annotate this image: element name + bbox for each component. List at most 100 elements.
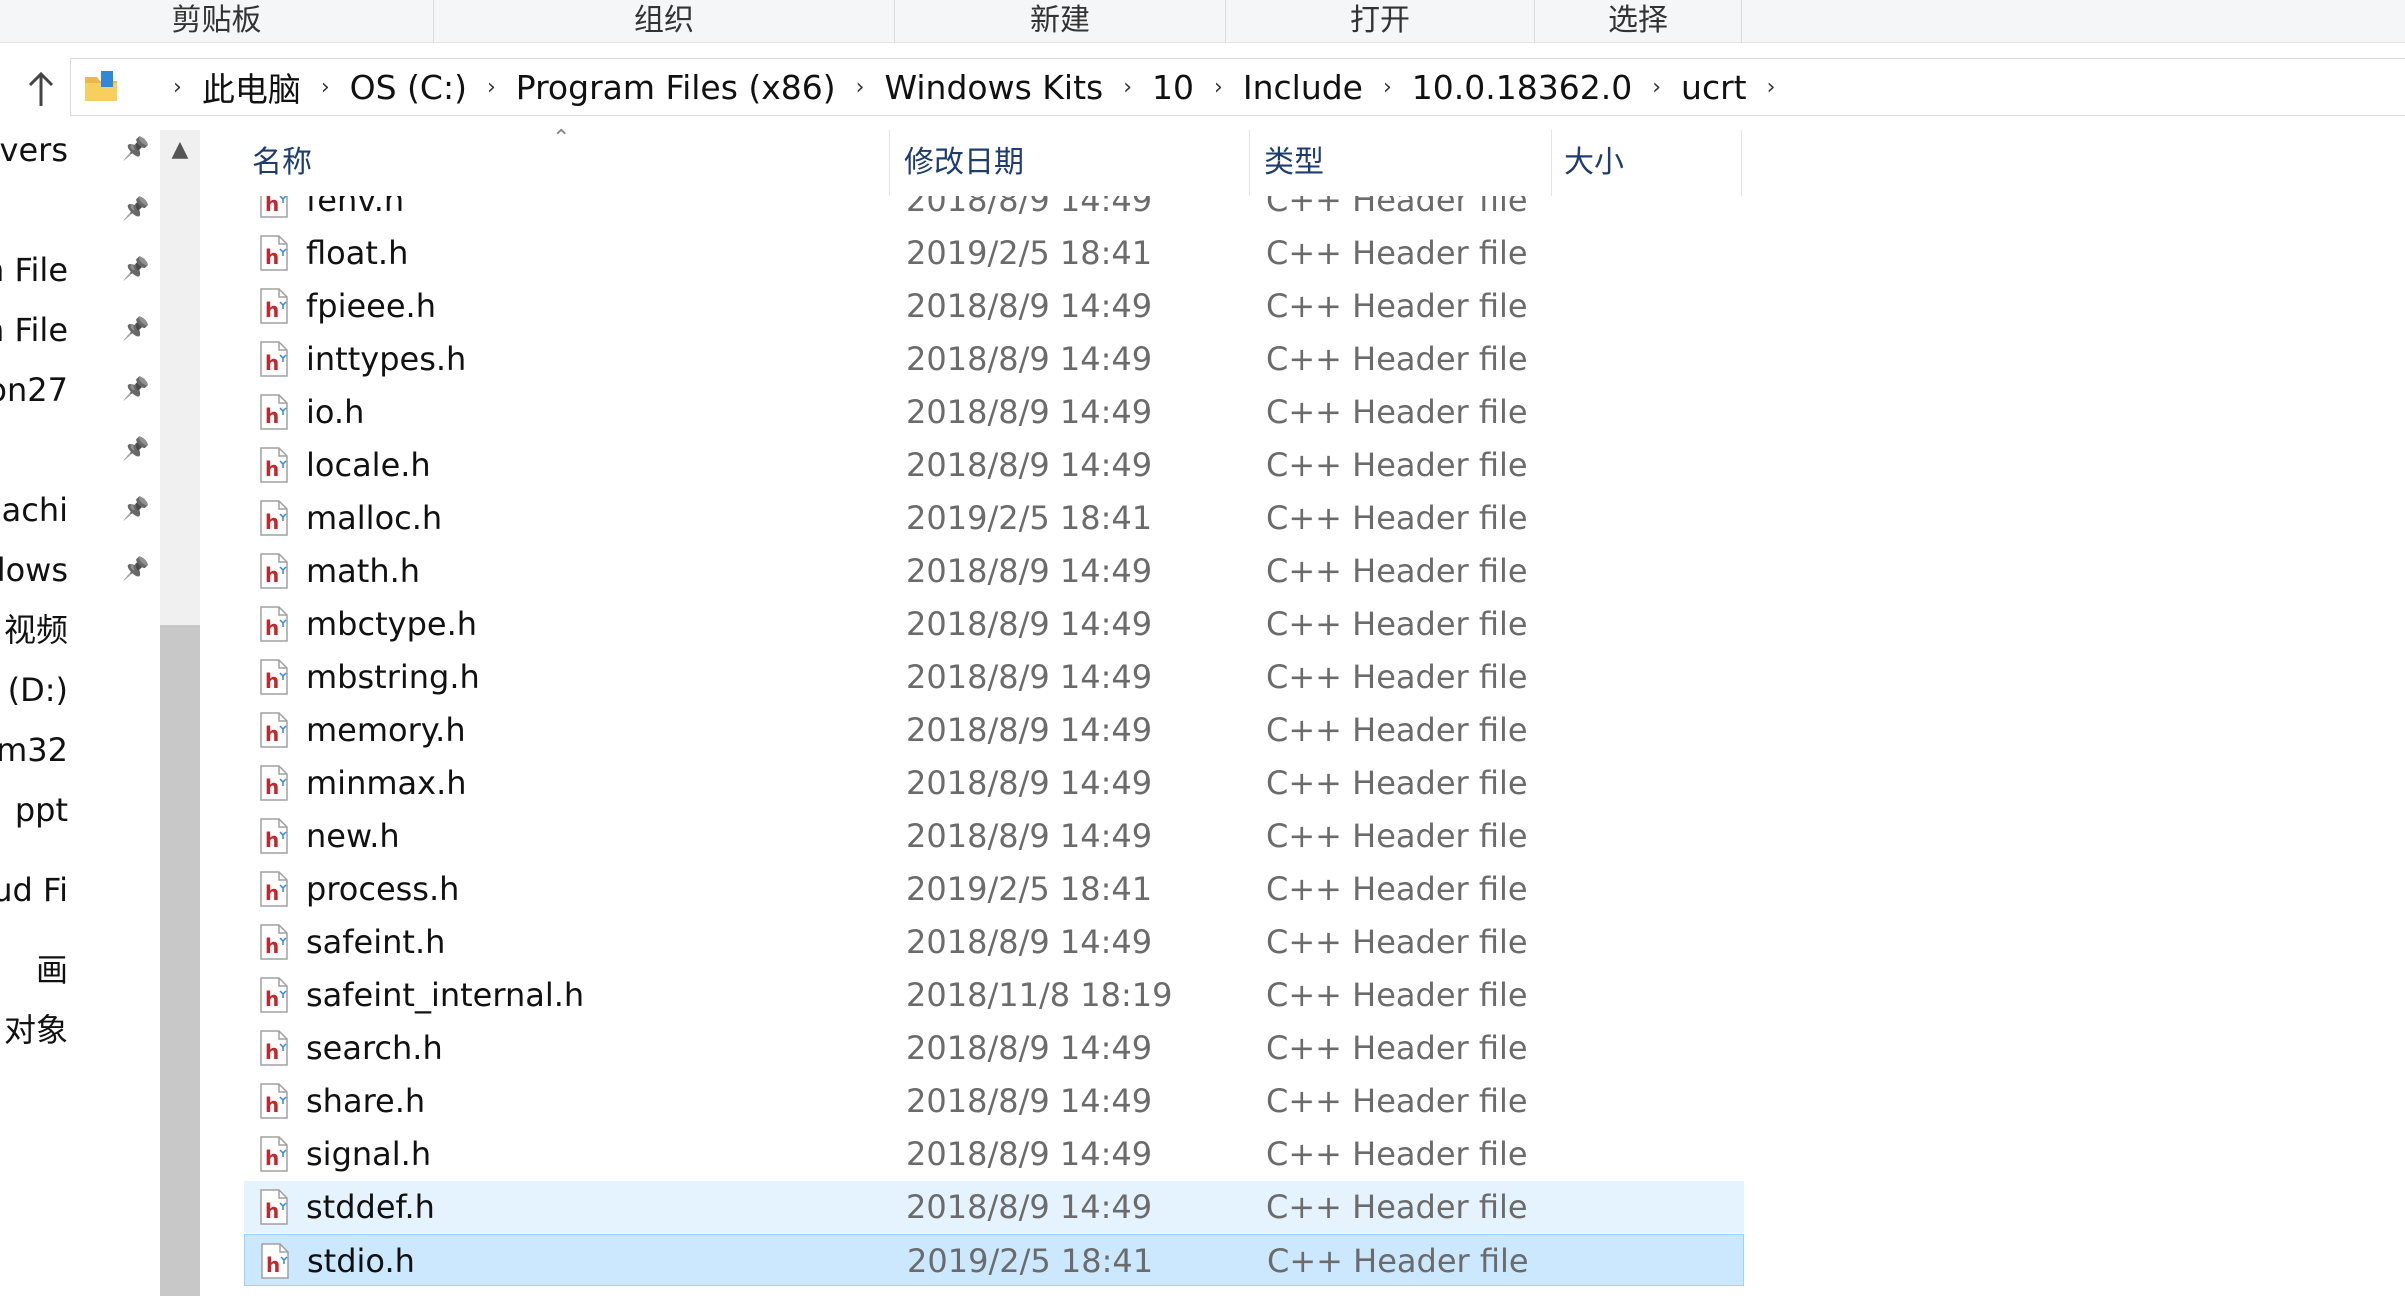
pin-icon[interactable]: 📌 [120, 254, 152, 286]
file-row[interactable]: hmath.h2018/8/9 14:49C++ Header file1 KB [244, 545, 1744, 597]
breadcrumb-separator[interactable]: › [309, 75, 342, 100]
file-row[interactable]: hstddef.h2018/8/9 14:49C++ Header file2 … [244, 1181, 1744, 1233]
scrollbar-thumb[interactable] [160, 625, 200, 1296]
file-date: 2019/2/5 18:41 [906, 499, 1153, 537]
header-file-icon: h [260, 553, 288, 589]
file-row[interactable]: hnew.h2018/8/9 14:49C++ Header file2 KB [244, 810, 1744, 862]
file-row[interactable]: hfloat.h2019/2/5 18:41C++ Header file15 … [244, 227, 1744, 279]
nav-item[interactable]: A (D:) [0, 670, 160, 710]
file-name: mbctype.h [306, 605, 478, 643]
nav-item-label: 画 [35, 951, 68, 989]
file-date: 2018/8/9 14:49 [906, 552, 1153, 590]
nav-item[interactable]: ppt [0, 790, 160, 830]
arrow-up-icon [28, 71, 54, 106]
file-date: 2018/8/9 14:49 [906, 817, 1153, 855]
scroll-up-icon[interactable]: ▲ [160, 130, 200, 170]
file-row[interactable]: hshare.h2018/8/9 14:49C++ Header file1 K… [244, 1075, 1744, 1127]
nav-item[interactable]: Drivers 📌 [0, 130, 160, 170]
file-name: process.h [306, 870, 460, 908]
file-date: 2018/8/9 14:49 [906, 446, 1153, 484]
nav-item[interactable]: gram File 📌 [0, 250, 160, 290]
ribbon-group-open[interactable]: 打开 [1226, 0, 1535, 42]
file-size: 8 KB [1516, 598, 1744, 650]
pin-icon[interactable]: 📌 [120, 434, 152, 466]
file-row[interactable]: hmbctype.h2018/8/9 14:49C++ Header file8… [244, 598, 1744, 650]
up-arrow-button[interactable] [18, 62, 64, 116]
svg-text:h: h [265, 881, 279, 905]
nav-item-label: ualMachi [0, 491, 68, 529]
breadcrumb-separator[interactable]: › [1640, 75, 1673, 100]
address-bar[interactable]: › 此电脑 › OS (C:) › Program Files (x86) › … [70, 58, 2405, 116]
svg-text:h: h [265, 775, 279, 799]
header-file-icon: h [260, 818, 288, 854]
crumb-this-pc[interactable]: 此电脑 [194, 63, 309, 111]
file-row[interactable]: hsafeint.h2018/8/9 14:49C++ Header file5… [244, 916, 1744, 968]
pin-icon[interactable]: 📌 [120, 374, 152, 406]
ribbon-group-organize[interactable]: 组织 [434, 0, 895, 42]
ribbon-group-select[interactable]: 选择 [1535, 0, 1742, 42]
breadcrumb-separator[interactable]: › [161, 75, 194, 100]
file-row[interactable]: hfenv.h2018/8/9 14:49C++ Header file6 KB [244, 196, 1744, 226]
file-size: 14 KB [1516, 280, 1744, 332]
header-file-icon: h [260, 1083, 288, 1119]
file-row[interactable]: h mbstring.h 2018/8/9 14:49 C++ Header file… [244, 651, 1744, 703]
nav-item[interactable]: dows 📌 [0, 550, 160, 590]
file-row[interactable]: hlocale.h2018/8/9 14:49C++ Header file5 … [244, 439, 1744, 491]
breadcrumb-separator[interactable]: › [1371, 75, 1404, 100]
nav-item[interactable]: em32 [0, 730, 160, 770]
file-row[interactable]: h safeint_internal.h 2018/11/8 18:19 C++ He… [244, 969, 1744, 1021]
breadcrumb-separator[interactable]: › [1111, 75, 1144, 100]
crumb-ucrt[interactable]: ucrt [1673, 68, 1755, 107]
file-row[interactable]: hprocess.h2019/2/5 18:41C++ Header file1… [244, 863, 1744, 915]
breadcrumb-separator[interactable]: › [1202, 75, 1235, 100]
file-row[interactable]: hsignal.h2018/8/9 14:49C++ Header file2 … [244, 1128, 1744, 1180]
breadcrumb-separator[interactable]: › [1755, 75, 1788, 100]
file-row[interactable]: hminmax.h2018/8/9 14:49C++ Header file1 … [244, 757, 1744, 809]
ribbon-group-new[interactable]: 新建 [895, 0, 1226, 42]
pin-icon[interactable]: 📌 [120, 554, 152, 586]
file-row[interactable]: hstdio.h2019/2/5 18:41C++ Header file81 … [244, 1234, 1744, 1286]
nav-item-label: gram File [0, 311, 68, 349]
nav-scrollbar[interactable]: ▲ [160, 130, 200, 1296]
crumb-os-c[interactable]: OS (C:) [342, 68, 475, 107]
nav-item-label: gram File [0, 251, 68, 289]
nav-item[interactable]: 视频 [0, 610, 160, 650]
nav-item[interactable]: 画 [0, 950, 160, 990]
nav-item[interactable]: 📌 [0, 190, 160, 230]
file-row[interactable]: hfpieee.h2018/8/9 14:49C++ Header file14… [244, 280, 1744, 332]
pin-icon[interactable]: 📌 [120, 314, 152, 346]
file-size: 1 KB [1516, 1075, 1744, 1127]
pin-icon[interactable]: 📌 [120, 134, 152, 166]
crumb-windows-kits[interactable]: Windows Kits [876, 68, 1111, 107]
pin-icon[interactable]: 📌 [120, 194, 152, 226]
nav-item[interactable]: ualMachi 📌 [0, 490, 160, 530]
file-name: share.h [306, 1082, 426, 1120]
crumb-include[interactable]: Include [1235, 68, 1371, 107]
column-header-date[interactable]: 修改日期 [890, 130, 1250, 196]
file-row[interactable]: hmemory.h2018/8/9 14:49C++ Header file1 … [244, 704, 1744, 756]
nav-item[interactable]: on27 📌 [0, 370, 160, 410]
file-date: 2018/8/9 14:49 [906, 196, 1153, 219]
breadcrumb-separator[interactable]: › [844, 75, 877, 100]
nav-item[interactable]: 📌 [0, 430, 160, 470]
nav-item[interactable]: gram File 📌 [0, 310, 160, 350]
file-row[interactable]: h inttypes.h 2018/8/9 14:49 C++ Header file… [244, 333, 1744, 385]
file-row[interactable]: hio.h2018/8/9 14:49C++ Header file1 KB [244, 386, 1744, 438]
pin-icon[interactable]: 📌 [120, 494, 152, 526]
file-name: float.h [306, 234, 409, 272]
file-date: 2018/8/9 14:49 [906, 923, 1153, 961]
crumb-program-files-x86[interactable]: Program Files (x86) [508, 68, 844, 107]
column-header-type[interactable]: 类型 [1250, 130, 1552, 196]
file-row[interactable]: hmalloc.h2019/2/5 18:41C++ Header file5 … [244, 492, 1744, 544]
ribbon-group-clipboard[interactable]: 剪贴板 [0, 0, 434, 42]
crumb-10[interactable]: 10 [1144, 68, 1202, 107]
ribbon-group-labels: 剪贴板 组织 新建 打开 选择 [0, 0, 2405, 43]
file-size: 81 KB [1517, 1235, 1744, 1287]
file-row[interactable]: hsearch.h2018/8/9 14:49C++ Header file1 … [244, 1022, 1744, 1074]
breadcrumb-separator[interactable]: › [475, 75, 508, 100]
file-size: 2 KB [1516, 1128, 1744, 1180]
nav-item[interactable]: 对象 [0, 1010, 160, 1050]
column-header-size[interactable]: 大小 [1552, 130, 1742, 196]
crumb-version[interactable]: 10.0.18362.0 [1404, 68, 1640, 107]
nav-item[interactable]: ive Cloud Fi [0, 870, 160, 910]
